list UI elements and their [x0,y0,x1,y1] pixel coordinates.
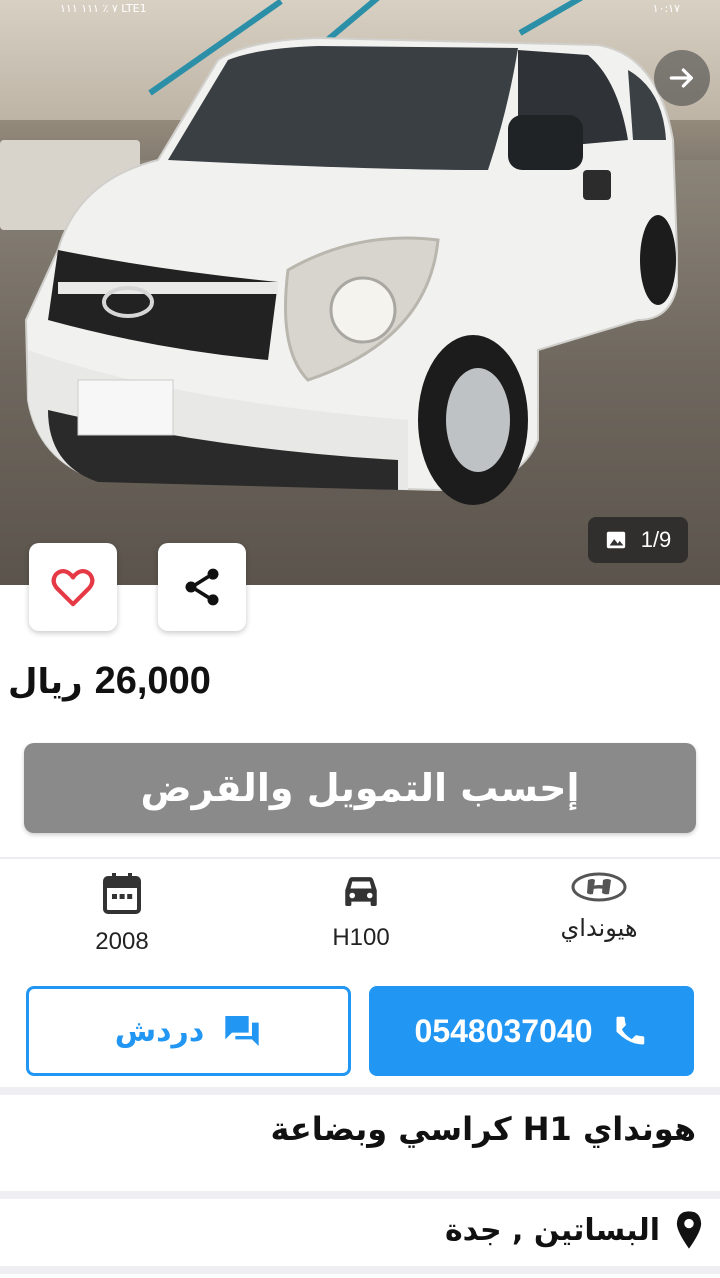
divider [0,857,720,859]
price-amount: 26,000 [94,660,211,702]
spec-make-value: هيونداي [560,914,638,942]
location-text: البساتين , جدة [444,1212,660,1248]
phone-icon [616,1016,645,1045]
section-divider [0,1266,720,1274]
price-currency: ريال [8,662,83,702]
finance-calculator-button[interactable]: إحسب التمويل والقرض [24,743,696,833]
heart-icon [51,569,95,607]
section-divider [0,1191,720,1199]
spec-year-value: 2008 [95,928,149,955]
share-icon [185,568,219,606]
calendar-icon [103,873,141,914]
image-counter-text: 1/9 [640,527,672,552]
finance-button-label: إحسب التمويل والقرض [140,766,580,810]
phone-number: 0548037040 [414,1012,593,1049]
image-counter: 1/9 [588,517,688,563]
status-bar: ٧ ٪ ١١١ ١١١ LTE1 ١٠:١٧ [0,0,720,16]
spec-make: هيونداي [519,872,679,962]
spec-model-value: H100 [332,924,390,951]
chat-button[interactable]: دردش [26,986,351,1076]
van-illustration [24,36,678,505]
call-button[interactable]: 0548037040 [369,986,694,1076]
spec-model: H100 [281,872,441,962]
chat-icon [225,1016,259,1046]
listing-location[interactable]: البساتين , جدة [445,1210,704,1250]
next-image-button[interactable] [654,50,710,106]
status-left: ٧ ٪ ١١١ ١١١ LTE1 [60,1,147,15]
location-pin-icon [676,1211,702,1249]
car-icon [345,877,377,906]
listing-page: ٧ ٪ ١١١ ١١١ LTE1 ١٠:١٧ 1/9 ريال 26,000 إ… [0,0,720,1278]
chat-button-label: دردش [114,1013,205,1049]
share-button[interactable] [158,543,246,631]
image-icon [606,531,625,549]
section-divider [0,1087,720,1095]
status-time: ١٠:١٧ [652,1,680,15]
hyundai-logo-icon [571,872,627,902]
price: ريال 26,000 [8,660,211,703]
arrow-right-icon [669,68,693,88]
vehicle-photo[interactable]: ٧ ٪ ١١١ ١١١ LTE1 ١٠:١٧ 1/9 [0,0,720,585]
spec-year: 2008 [42,872,202,962]
listing-title: هونداي H1 كراسي وبضاعة [270,1110,696,1148]
favorite-button[interactable] [29,543,117,631]
